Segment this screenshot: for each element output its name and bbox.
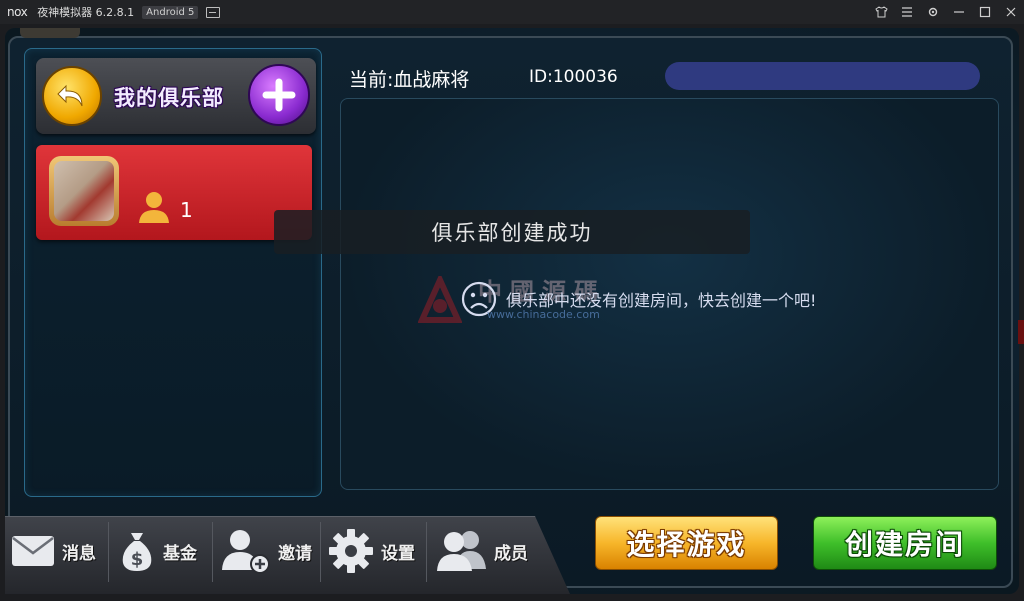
my-clubs-title: 我的俱乐部 (114, 86, 224, 110)
members-icon (437, 531, 486, 571)
minimize-icon[interactable] (946, 0, 972, 24)
nav-divider (212, 522, 213, 582)
app-title: 夜神模拟器 6.2.8.1 (37, 6, 135, 19)
nav-fund-label: 基金 (163, 543, 197, 564)
back-button[interactable] (42, 66, 102, 126)
nav-divider (320, 522, 321, 582)
frame-tab-decoration (20, 28, 80, 38)
keyboard-icon[interactable] (206, 6, 221, 18)
maximize-icon[interactable] (972, 0, 998, 24)
nav-members-label: 成员 (494, 543, 528, 564)
nox-logo: nox (7, 5, 28, 19)
create-room-button[interactable]: 创建房间 (813, 516, 997, 570)
money-bag-icon: $ (122, 533, 152, 571)
nav-settings[interactable]: 设置 (327, 526, 415, 576)
close-icon[interactable] (998, 0, 1024, 24)
nav-invite-label: 邀请 (278, 543, 312, 564)
shirt-icon[interactable] (868, 0, 894, 24)
add-user-icon (222, 530, 270, 574)
back-arrow-icon (57, 84, 83, 107)
nav-fund[interactable]: $ 基金 (117, 526, 197, 576)
svg-text:$: $ (131, 549, 144, 570)
club-member-count: 1 (180, 198, 193, 222)
add-club-button[interactable] (248, 64, 310, 126)
watermark-url: www.chinacode.com (487, 308, 600, 321)
nav-divider (108, 522, 109, 582)
club-avatar (49, 156, 119, 226)
plus-icon (262, 78, 296, 112)
toast-notification: 俱乐部创建成功 (274, 210, 750, 254)
watermark-logo-icon (417, 272, 463, 330)
edge-decoration (1018, 320, 1024, 344)
menu-icon[interactable] (894, 0, 920, 24)
club-avatar-image (54, 161, 114, 221)
gear-icon (329, 529, 373, 573)
android-version-badge: Android 5 (142, 5, 199, 19)
nav-invite[interactable]: 邀请 (220, 526, 312, 576)
emulator-titlebar: nox 夜神模拟器 6.2.8.1 Android 5 (0, 0, 1024, 24)
nav-messages-label: 消息 (62, 543, 96, 564)
nav-divider (426, 522, 427, 582)
club-id-label: ID:100036 (529, 67, 618, 87)
nav-messages[interactable]: 消息 (10, 526, 96, 576)
club-name-bar (665, 62, 980, 90)
select-game-button[interactable]: 选择游戏 (595, 516, 778, 570)
mail-icon (12, 536, 54, 566)
nav-settings-label: 设置 (381, 543, 415, 564)
member-icon (136, 190, 172, 228)
nav-members[interactable]: 成员 (436, 526, 528, 576)
gear-icon[interactable] (920, 0, 946, 24)
current-game-label: 当前:血战麻将 (349, 69, 470, 91)
